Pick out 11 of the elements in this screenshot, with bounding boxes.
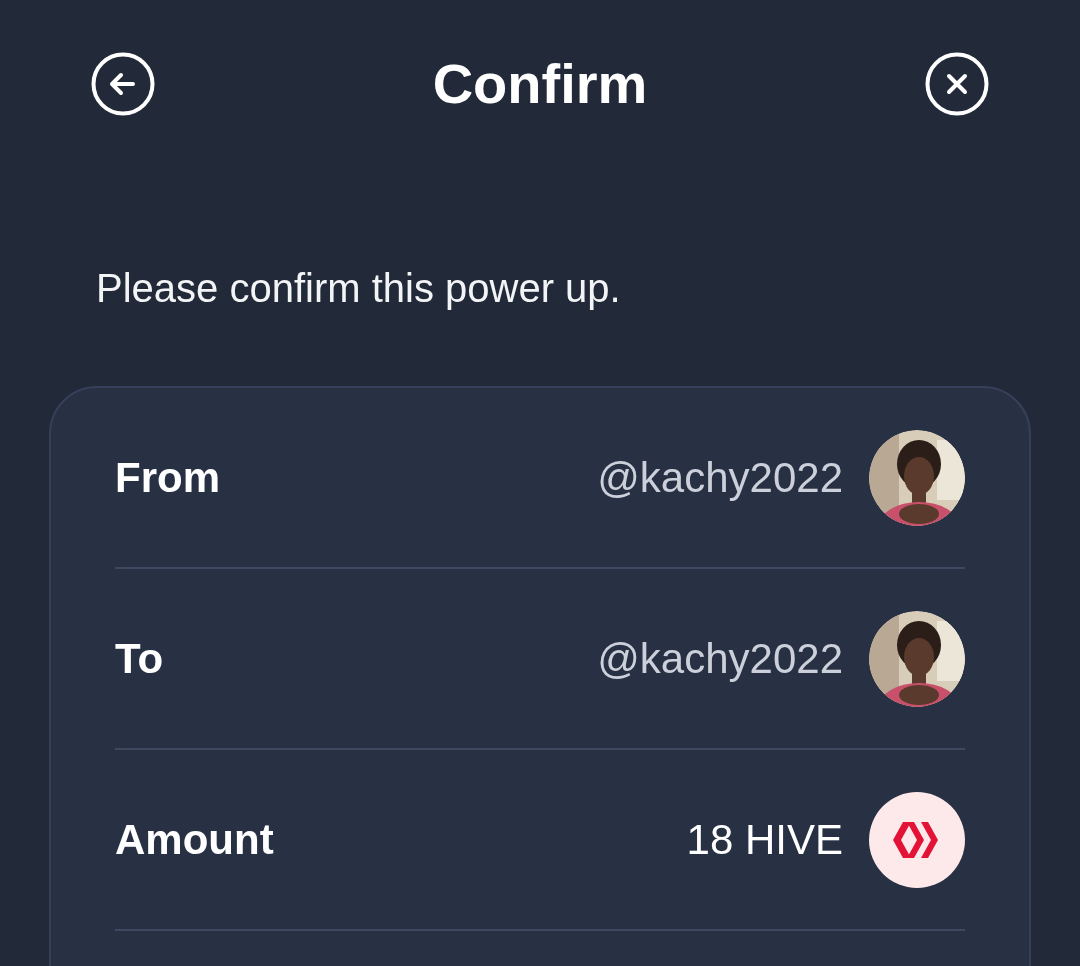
field-label: To	[115, 637, 164, 680]
field-value: @kachy2022	[597, 456, 843, 499]
field-label: From	[115, 456, 220, 499]
close-button[interactable]	[925, 52, 989, 116]
field-value: @kachy2022	[597, 637, 843, 680]
confirm-message: Please confirm this power up.	[96, 268, 622, 308]
field-label: Amount	[115, 818, 274, 861]
screen-title: Confirm	[432, 56, 648, 112]
hive-token-icon	[869, 791, 965, 888]
back-button[interactable]	[91, 52, 155, 116]
field-value: 18 HIVE	[686, 818, 843, 861]
